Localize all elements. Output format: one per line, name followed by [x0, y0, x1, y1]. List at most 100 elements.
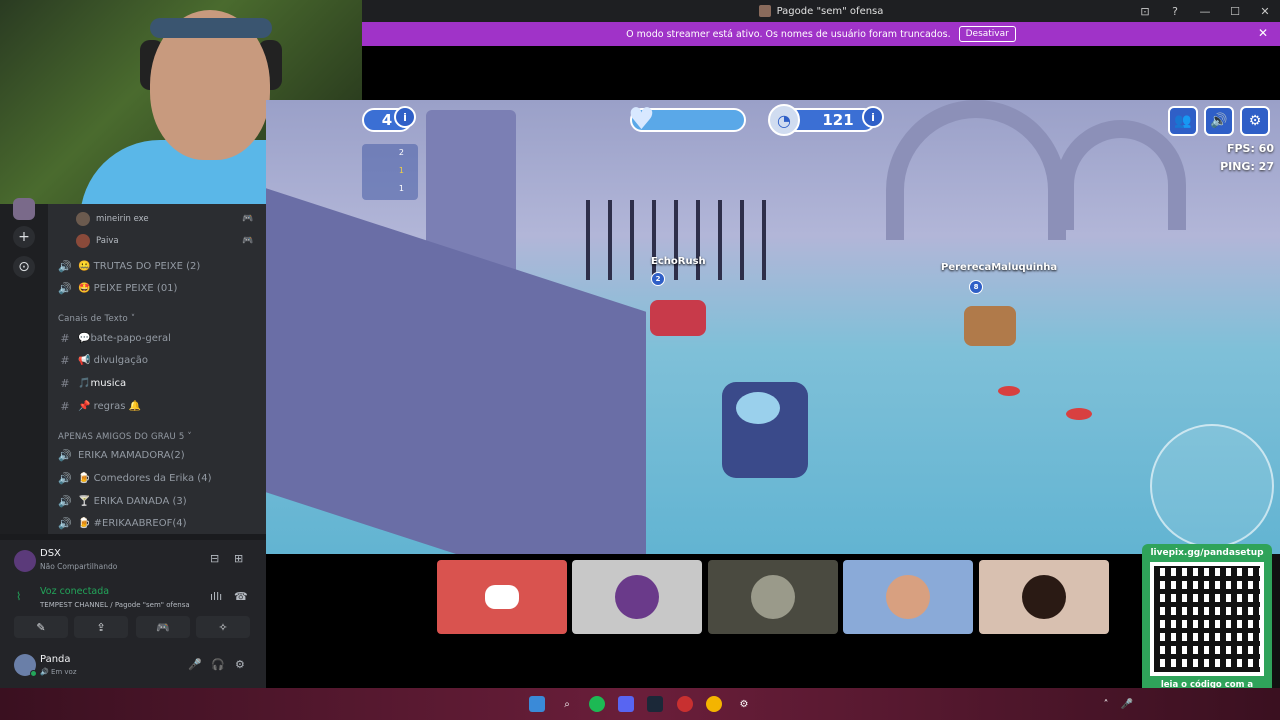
text-channel[interactable]: # 💬bate-papo-geral: [58, 332, 171, 345]
player-rank-badge: 8: [969, 280, 983, 294]
voice-channel[interactable]: 🔊 ERIKA MAMADORA(2): [58, 449, 185, 462]
server-list: + ⊙: [0, 198, 48, 534]
discord-icon[interactable]: [618, 696, 634, 712]
voice-channel[interactable]: 🔊 🍺 Comedores da Erika (4): [58, 472, 211, 485]
voice-user[interactable]: mineirin exe 🎮: [76, 212, 253, 226]
participant-tile[interactable]: [572, 560, 702, 634]
add-server-icon[interactable]: +: [13, 226, 35, 248]
screen-share-button[interactable]: ⇪: [74, 616, 128, 638]
discord-tile[interactable]: [437, 560, 567, 634]
help-icon[interactable]: ?: [1160, 5, 1190, 18]
channel-label: 💬bate-papo-geral: [78, 333, 171, 344]
voice-user-name: Paiva: [96, 236, 119, 246]
kart-perereca: [964, 306, 1016, 346]
avatar: [615, 575, 659, 619]
stream-letterbox: [362, 46, 1280, 100]
steam-icon[interactable]: [647, 696, 663, 712]
camera-off-button[interactable]: ✎: [14, 616, 68, 638]
server-avatar[interactable]: [13, 198, 35, 220]
participant-tile[interactable]: [708, 560, 838, 634]
minimize-button[interactable]: —: [1190, 5, 1220, 18]
online-status-dot: [30, 670, 37, 677]
chrome-icon[interactable]: [706, 696, 722, 712]
game-settings-icon[interactable]: ⚙: [1240, 106, 1270, 136]
player-nametag: EchoRush: [651, 256, 706, 267]
stone-arch: [886, 100, 1066, 240]
close-button[interactable]: ✕: [1250, 5, 1280, 18]
window-title: Pagode "sem" ofensa: [776, 5, 884, 17]
voice-channel[interactable]: 🔊 🤐 TRUTAS DO PEIXE (2): [58, 260, 200, 273]
disable-streamer-button[interactable]: Desativar: [958, 26, 1016, 42]
screen-share-icon[interactable]: ⊟: [210, 552, 219, 565]
text-channel[interactable]: # 📢 divulgação: [58, 354, 148, 367]
voice-category[interactable]: APENAS AMIGOS DO GRAU 5 ˅: [58, 432, 192, 442]
player-rank-badge: 2: [651, 272, 665, 286]
avatar: [1022, 575, 1066, 619]
channel-label: 🤐 TRUTAS DO PEIXE (2): [78, 261, 201, 272]
activity-button[interactable]: 🎮: [136, 616, 190, 638]
text-channel-active[interactable]: # 🎵musica: [58, 377, 126, 390]
channel-label: 🍺 Comedores da Erika (4): [78, 473, 212, 484]
spotify-icon[interactable]: [589, 696, 605, 712]
soundboard-button[interactable]: ✧: [196, 616, 250, 638]
heart-icon: ♥: [628, 102, 655, 137]
iron-fence: [586, 200, 776, 280]
speaker-icon: 🔊: [58, 472, 72, 485]
activity-name: DSX: [40, 548, 61, 559]
voice-user-name: mineirin exe: [96, 214, 149, 224]
voice-user[interactable]: Paiva 🎮: [76, 234, 253, 248]
player-nametag: PererecaMaluquinha: [941, 262, 1058, 273]
game-view[interactable]: EchoRush 2 PererecaMaluquinha 8 4 i 2 1 …: [266, 100, 1280, 554]
add-friend-icon[interactable]: 👥: [1168, 106, 1198, 136]
avatar: [886, 575, 930, 619]
channel-label: 🍸 ERIKA DANADA (3): [78, 496, 187, 507]
maximize-button[interactable]: ☐: [1220, 5, 1250, 18]
fps-readout: FPS: 60: [1226, 142, 1274, 155]
item-pad: [998, 386, 1020, 396]
settings-icon[interactable]: ⚙: [736, 696, 752, 712]
stone-arch-small: [1056, 120, 1186, 230]
hash-icon: #: [60, 332, 70, 345]
banner-message: O modo streamer está ativo. Os nomes de …: [626, 28, 951, 40]
player-character: [736, 392, 780, 424]
headphones-icon[interactable]: 🎧: [211, 658, 225, 671]
app-icon[interactable]: [677, 696, 693, 712]
info-icon[interactable]: i: [394, 106, 416, 128]
voice-channel[interactable]: 🔊 🤩 PEIXE PEIXE (01): [58, 282, 177, 295]
voice-channel[interactable]: 🔊 🍺 #ERIKAABREOF(4): [58, 517, 186, 530]
window-controls: ⊡ ? — ☐ ✕: [1130, 0, 1280, 22]
explore-icon[interactable]: ⊙: [13, 256, 35, 278]
taskbar: ⌕ ⚙ ˄ 🎤: [0, 688, 1280, 720]
avatar: [76, 234, 90, 248]
streamer-mode-banner: O modo streamer está ativo. Os nomes de …: [362, 22, 1280, 46]
item-pad: [1066, 408, 1092, 420]
info-icon[interactable]: i: [862, 106, 884, 128]
search-icon[interactable]: ⌕: [559, 696, 575, 712]
channel-label: 📌 regras 🔔: [78, 401, 142, 412]
tray-chevron-icon[interactable]: ˄: [1098, 696, 1114, 712]
participant-tile[interactable]: [979, 560, 1109, 634]
settings-gear-icon[interactable]: ⚙: [235, 658, 245, 671]
virtual-joystick[interactable]: [1150, 424, 1274, 548]
sound-icon[interactable]: 🔊: [1204, 106, 1234, 136]
inbox-icon[interactable]: ⊡: [1130, 5, 1160, 18]
tray-mic-icon[interactable]: 🎤: [1119, 696, 1135, 712]
text-channels-category[interactable]: Canais de Texto ˅: [58, 314, 135, 324]
kart-echorush: [650, 300, 706, 336]
banner-close-icon[interactable]: ✕: [1258, 26, 1268, 40]
activity-status: Não Compartilhando: [40, 562, 118, 571]
voice-channel-path[interactable]: TEMPEST CHANNEL / Pagode "sem" ofensa: [40, 601, 190, 609]
noise-suppression-icon[interactable]: ıllı: [210, 590, 222, 603]
voice-connected-status[interactable]: Voz conectada: [40, 586, 109, 597]
voice-channel[interactable]: 🔊 🍸 ERIKA DANADA (3): [58, 495, 187, 508]
start-menu-icon[interactable]: [529, 696, 545, 712]
microphone-icon[interactable]: 🎤: [188, 658, 202, 671]
participant-tile[interactable]: [843, 560, 973, 634]
channel-label: ERIKA MAMADORA(2): [78, 450, 185, 461]
text-channel[interactable]: # 📌 regras 🔔: [58, 400, 141, 413]
speaker-icon: 🔊: [58, 260, 72, 273]
discord-logo-icon: [485, 585, 519, 609]
rank-value: 1: [398, 166, 404, 175]
disconnect-icon[interactable]: ☎: [234, 590, 248, 603]
activity-settings-icon[interactable]: ⊞: [234, 552, 243, 565]
